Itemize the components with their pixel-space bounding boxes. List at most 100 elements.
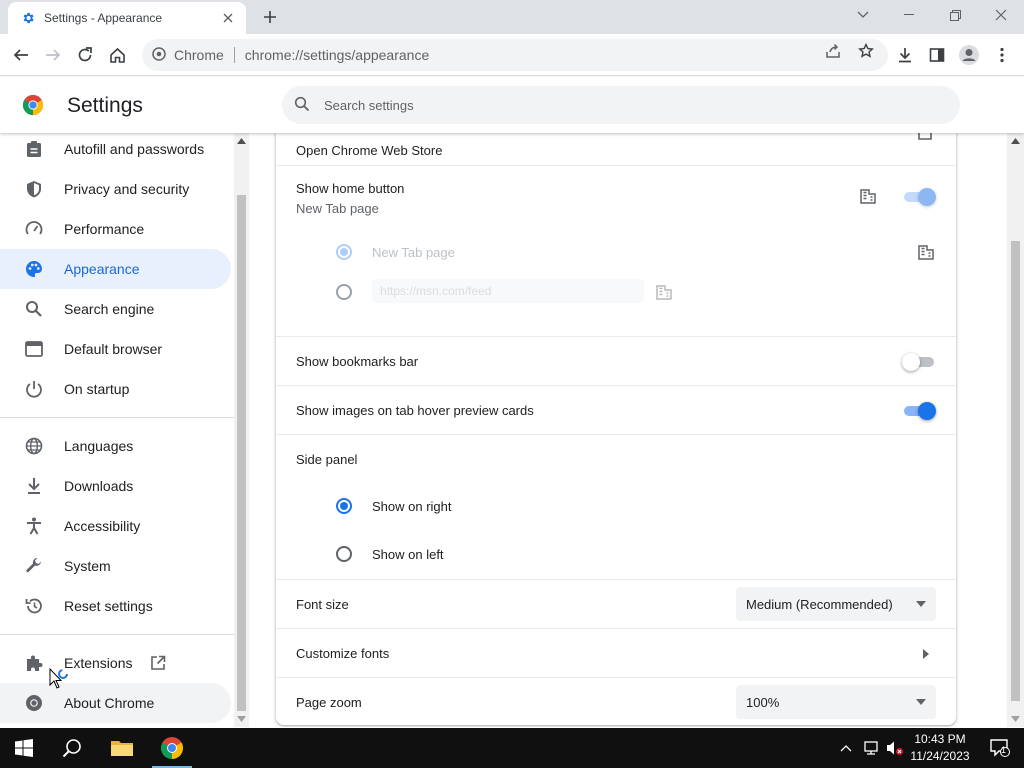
side-panel-left-radio[interactable] bbox=[336, 546, 352, 562]
sidebar-item-label: About Chrome bbox=[64, 695, 155, 711]
clock-time: 10:43 PM bbox=[914, 732, 966, 746]
side-panel-right-radio[interactable] bbox=[336, 498, 352, 514]
sidebar-item-label: Extensions bbox=[64, 655, 133, 671]
customize-fonts-row[interactable]: Customize fonts bbox=[276, 628, 956, 677]
chrome-logo-icon bbox=[161, 737, 183, 759]
font-size-row: Font size Medium (Recommended) bbox=[276, 579, 956, 628]
chrome-logo-icon bbox=[24, 693, 44, 713]
tab-hover-toggle[interactable] bbox=[902, 402, 936, 420]
tab-settings[interactable]: Settings - Appearance bbox=[8, 2, 246, 34]
minimize-button[interactable] bbox=[886, 0, 932, 30]
sidebar-item-privacy[interactable]: Privacy and security bbox=[0, 169, 231, 209]
home-button[interactable] bbox=[102, 40, 132, 70]
profile-avatar[interactable] bbox=[954, 40, 984, 70]
sidebar-item-performance[interactable]: Performance bbox=[0, 209, 231, 249]
page-zoom-select[interactable]: 100% bbox=[736, 685, 936, 719]
close-window-button[interactable] bbox=[978, 0, 1024, 30]
web-store-label: Open Chrome Web Store bbox=[296, 143, 443, 158]
sidebar-item-extensions[interactable]: Extensions bbox=[0, 643, 231, 683]
home-button-toggle[interactable] bbox=[902, 188, 936, 206]
action-center-button[interactable]: 1 bbox=[980, 728, 1020, 768]
side-panel-left-label[interactable]: Show on left bbox=[372, 547, 444, 562]
main-scroll-thumb[interactable] bbox=[1011, 241, 1020, 701]
sidebar-item-autofill[interactable]: Autofill and passwords bbox=[0, 133, 231, 169]
globe-icon bbox=[24, 436, 44, 456]
bookmarks-bar-toggle[interactable] bbox=[902, 353, 936, 371]
taskbar-chrome[interactable] bbox=[148, 728, 196, 768]
tab-title: Settings - Appearance bbox=[44, 11, 163, 25]
sidebar-scroll-thumb[interactable] bbox=[237, 195, 246, 711]
sidebar-item-label: Privacy and security bbox=[64, 181, 190, 197]
sidebar-item-downloads[interactable]: Downloads bbox=[0, 466, 231, 506]
sidebar-item-label: Reset settings bbox=[64, 598, 153, 614]
downloads-button[interactable] bbox=[890, 40, 920, 70]
sidebar-item-appearance[interactable]: Appearance bbox=[0, 249, 231, 289]
page-zoom-label: Page zoom bbox=[296, 695, 362, 710]
home-custom-url-input[interactable]: https://msn.com/feed bbox=[372, 279, 644, 303]
sidebar-item-label: On startup bbox=[64, 381, 130, 397]
scroll-up-arrow-icon[interactable] bbox=[237, 138, 246, 144]
address-bar[interactable]: Chrome chrome://settings/appearance bbox=[142, 39, 888, 71]
tab-hover-row[interactable]: Show images on tab hover preview cards bbox=[276, 385, 956, 434]
main-scrollbar[interactable] bbox=[1007, 133, 1024, 727]
scroll-down-arrow-icon[interactable] bbox=[237, 716, 246, 722]
back-button[interactable] bbox=[6, 40, 36, 70]
shield-icon bbox=[24, 179, 44, 199]
side-panel-button[interactable] bbox=[922, 40, 952, 70]
network-icon[interactable] bbox=[860, 728, 882, 768]
home-button-row: Show home button New Tab page New Tab pa… bbox=[276, 165, 956, 336]
windows-logo-icon bbox=[15, 739, 33, 757]
browser-window-icon bbox=[24, 339, 44, 359]
home-custom-url-radio[interactable] bbox=[336, 284, 352, 300]
close-tab-icon[interactable] bbox=[220, 10, 236, 26]
home-newtab-radio[interactable] bbox=[336, 244, 352, 260]
sidebar-item-on-startup[interactable]: On startup bbox=[0, 369, 231, 409]
sidebar-divider bbox=[0, 417, 234, 418]
forward-button[interactable] bbox=[38, 40, 68, 70]
power-icon bbox=[24, 379, 44, 399]
page-title: Settings bbox=[67, 94, 143, 117]
share-icon[interactable] bbox=[824, 42, 842, 60]
sidebar-item-languages[interactable]: Languages bbox=[0, 426, 231, 466]
kebab-menu-icon[interactable] bbox=[987, 40, 1017, 70]
search-input[interactable] bbox=[324, 97, 884, 113]
home-button-label: Show home button bbox=[296, 181, 405, 196]
appearance-card: Open Chrome Web Store Show home button N… bbox=[276, 133, 956, 725]
bookmark-star-icon[interactable] bbox=[857, 42, 875, 60]
sidebar-item-reset-settings[interactable]: Reset settings bbox=[0, 586, 231, 626]
web-store-row[interactable]: Open Chrome Web Store bbox=[276, 133, 956, 165]
side-panel-right-label[interactable]: Show on right bbox=[372, 499, 452, 514]
taskbar-clock[interactable]: 10:43 PM 11/24/2023 bbox=[906, 731, 974, 765]
sidebar-item-about-chrome[interactable]: About Chrome bbox=[0, 683, 231, 723]
bookmarks-bar-row[interactable]: Show bookmarks bar bbox=[276, 336, 956, 385]
tray-overflow-chevron-icon[interactable] bbox=[836, 728, 856, 768]
search-settings-box[interactable] bbox=[282, 86, 960, 124]
customize-fonts-label: Customize fonts bbox=[296, 646, 390, 661]
restore-button[interactable] bbox=[932, 0, 978, 30]
sidebar-item-system[interactable]: System bbox=[0, 546, 231, 586]
font-size-value: Medium (Recommended) bbox=[746, 596, 893, 612]
sidebar-item-accessibility[interactable]: Accessibility bbox=[0, 506, 231, 546]
folder-icon bbox=[111, 741, 133, 756]
new-tab-button[interactable] bbox=[258, 5, 282, 29]
font-size-select[interactable]: Medium (Recommended) bbox=[736, 587, 936, 621]
browser-toolbar: Chrome chrome://settings/appearance bbox=[0, 34, 1024, 76]
scroll-up-arrow-icon[interactable] bbox=[1011, 138, 1020, 144]
reload-button[interactable] bbox=[70, 40, 100, 70]
sidebar-scrollbar[interactable] bbox=[234, 133, 249, 727]
mouse-cursor-icon bbox=[49, 668, 68, 689]
taskbar-file-explorer[interactable] bbox=[98, 728, 146, 768]
search-icon bbox=[294, 96, 310, 115]
side-panel-label: Side panel bbox=[296, 452, 358, 467]
sidebar-item-search-engine[interactable]: Search engine bbox=[0, 289, 231, 329]
scroll-down-arrow-icon[interactable] bbox=[1011, 716, 1020, 722]
palette-icon bbox=[24, 259, 44, 279]
sidebar-item-default-browser[interactable]: Default browser bbox=[0, 329, 231, 369]
enterprise-policy-icon bbox=[656, 284, 672, 303]
taskbar-search-button[interactable] bbox=[48, 728, 96, 768]
url-text[interactable]: chrome://settings/appearance bbox=[245, 47, 429, 63]
tab-search-chevron-icon[interactable] bbox=[840, 0, 886, 30]
volume-muted-icon[interactable] bbox=[884, 728, 906, 768]
sidebar-item-label: Performance bbox=[64, 221, 145, 237]
start-button[interactable] bbox=[0, 728, 48, 768]
